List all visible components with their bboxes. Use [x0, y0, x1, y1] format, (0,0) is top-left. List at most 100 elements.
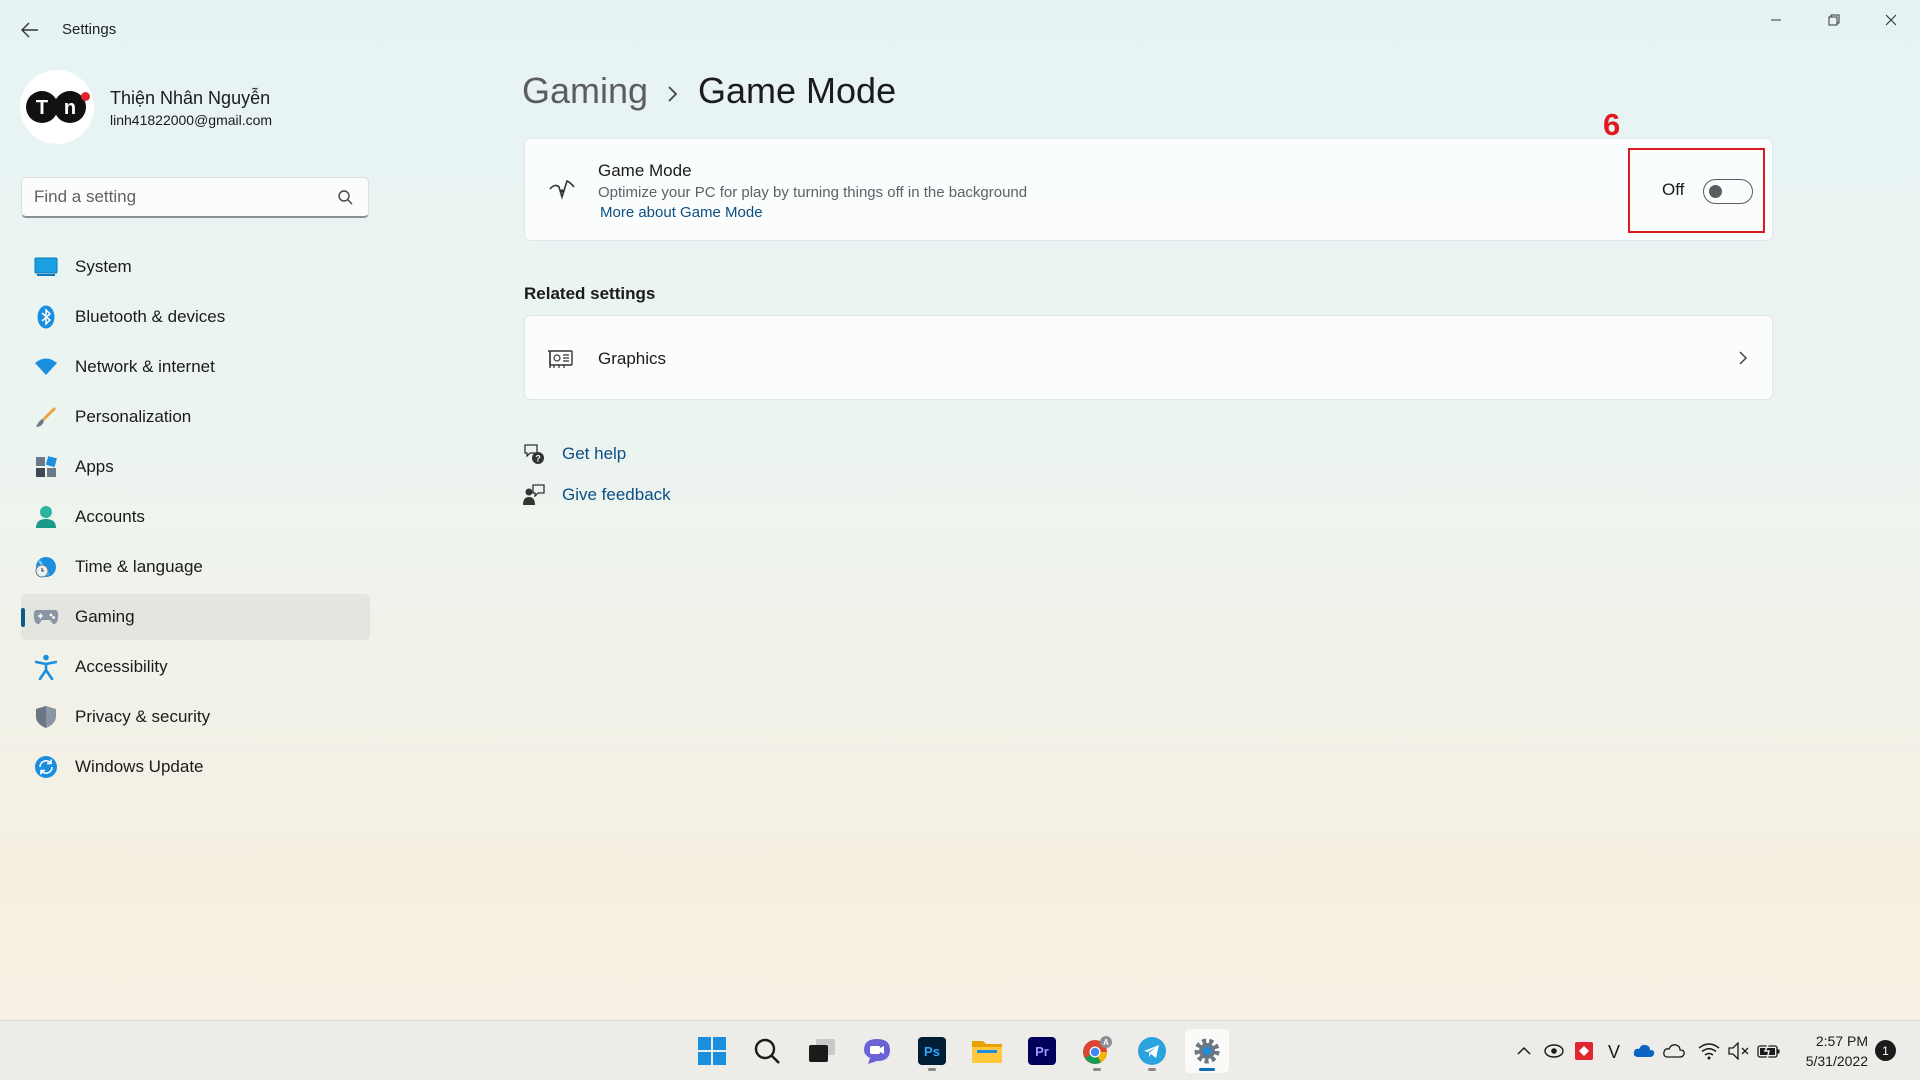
title-bar: Settings — [0, 0, 1920, 60]
system-icon — [33, 255, 59, 279]
shield-icon — [33, 705, 59, 729]
avatar-status-dot — [81, 92, 90, 101]
accounts-icon — [33, 505, 59, 529]
close-button[interactable] — [1862, 0, 1920, 40]
sidebar-item-label: Network & internet — [75, 357, 215, 376]
get-help-link[interactable]: ? Get help — [522, 442, 626, 466]
start-button[interactable] — [690, 1029, 734, 1073]
sidebar-item-time-language[interactable]: Time & language — [21, 544, 370, 590]
sidebar-nav: System Bluetooth & devices Network & int… — [21, 244, 370, 794]
tray-app-3[interactable]: V — [1602, 1039, 1626, 1063]
photoshop-button[interactable]: Ps — [910, 1029, 954, 1073]
settings-taskbar-button[interactable] — [1185, 1029, 1229, 1073]
search-icon — [754, 1038, 780, 1064]
task-view-icon — [809, 1039, 835, 1062]
onedrive-personal-button[interactable] — [1662, 1039, 1686, 1063]
game-mode-icon — [549, 179, 575, 200]
chevron-right-icon — [668, 86, 678, 102]
volume-status[interactable] — [1727, 1039, 1751, 1063]
breadcrumb-parent[interactable]: Gaming — [522, 70, 648, 112]
minimize-button[interactable] — [1747, 0, 1805, 40]
sidebar-item-apps[interactable]: Apps — [21, 444, 370, 490]
minimize-icon — [1771, 19, 1781, 21]
sidebar-item-label: Windows Update — [75, 757, 204, 776]
restore-icon — [1828, 14, 1840, 26]
more-about-game-mode-link[interactable]: More about Game Mode — [600, 204, 763, 221]
photoshop-icon: Ps — [918, 1037, 946, 1065]
v-app-icon: V — [1608, 1042, 1620, 1061]
tray-app-2[interactable] — [1572, 1039, 1596, 1063]
wifi-icon — [33, 355, 59, 379]
telegram-button[interactable] — [1130, 1029, 1174, 1073]
sidebar-item-privacy-security[interactable]: Privacy & security — [21, 694, 370, 740]
avatar[interactable]: T n — [20, 70, 94, 144]
tray-overflow-button[interactable] — [1512, 1039, 1536, 1063]
search-icon[interactable] — [337, 189, 354, 206]
premiere-button[interactable]: Pr — [1020, 1029, 1064, 1073]
onedrive-button[interactable] — [1632, 1039, 1656, 1063]
game-mode-card: Game Mode Optimize your PC for play by t… — [524, 138, 1773, 241]
wifi-icon — [1698, 1043, 1720, 1060]
avatar-initial-n: n — [64, 97, 76, 119]
sidebar-item-personalization[interactable]: Personalization — [21, 394, 370, 440]
sidebar-item-system[interactable]: System — [21, 244, 370, 290]
chevron-right-icon — [1739, 351, 1748, 365]
eye-app-icon — [1544, 1044, 1564, 1058]
chrome-button[interactable]: A — [1075, 1029, 1119, 1073]
help-icon: ? — [524, 444, 544, 464]
search-box[interactable] — [21, 177, 369, 218]
running-indicator — [1199, 1068, 1215, 1071]
sidebar-item-label: Accessibility — [75, 657, 168, 676]
wifi-status[interactable] — [1697, 1039, 1721, 1063]
cloud-icon — [1663, 1044, 1685, 1058]
tray-v-label: V — [1608, 1042, 1620, 1061]
taskbar-clock[interactable]: 2:57 PM 5/31/2022 — [1794, 1031, 1868, 1071]
back-button[interactable] — [18, 18, 42, 42]
give-feedback-link[interactable]: Give feedback — [522, 483, 671, 507]
annotation-step-number: 6 — [1603, 107, 1621, 142]
taskbar: Ps Pr A V 2:57 PM 5/31/2022 1 — [0, 1020, 1920, 1080]
tray-app-1[interactable] — [1542, 1039, 1566, 1063]
sidebar-item-label: Privacy & security — [75, 707, 211, 726]
volume-muted-icon — [1728, 1042, 1749, 1060]
chrome-icon: A — [1083, 1036, 1112, 1064]
battery-status[interactable] — [1757, 1039, 1781, 1063]
sidebar-item-bluetooth[interactable]: Bluetooth & devices — [21, 294, 370, 340]
windows-logo-icon — [698, 1037, 726, 1065]
clock-time: 2:57 PM — [1815, 1033, 1868, 1049]
notification-badge[interactable]: 1 — [1875, 1040, 1896, 1061]
accessibility-icon — [33, 654, 59, 680]
clock-date: 5/31/2022 — [1805, 1053, 1868, 1069]
page-title: Game Mode — [698, 70, 897, 111]
telegram-icon — [1138, 1037, 1166, 1065]
restore-button[interactable] — [1805, 0, 1863, 40]
update-icon — [33, 755, 59, 779]
search-input[interactable] — [34, 178, 324, 216]
running-indicator — [928, 1068, 936, 1071]
sidebar-item-network[interactable]: Network & internet — [21, 344, 370, 390]
sidebar-item-accessibility[interactable]: Accessibility — [21, 644, 370, 690]
taskbar-search-button[interactable] — [745, 1029, 789, 1073]
apps-icon — [33, 455, 59, 479]
photoshop-label: Ps — [924, 1044, 940, 1059]
running-indicator — [1093, 1068, 1101, 1071]
sidebar-item-accounts[interactable]: Accounts — [21, 494, 370, 540]
battery-charging-icon — [1757, 1042, 1780, 1060]
sidebar-item-gaming[interactable]: Gaming — [21, 594, 370, 640]
annotation-highlight-box — [1628, 148, 1765, 233]
sidebar-item-label: Gaming — [75, 607, 135, 626]
brush-icon — [33, 405, 59, 429]
task-view-button[interactable] — [800, 1029, 844, 1073]
running-indicator — [1148, 1068, 1156, 1071]
sidebar-item-windows-update[interactable]: Windows Update — [21, 744, 370, 790]
avatar-initial-t: T — [36, 97, 48, 119]
help-question-mark: ? — [535, 454, 541, 464]
file-explorer-button[interactable] — [965, 1029, 1009, 1073]
graphics-card[interactable]: Graphics — [524, 315, 1773, 400]
related-settings-heading: Related settings — [524, 284, 656, 303]
arrow-left-icon — [21, 22, 38, 38]
chat-button[interactable] — [855, 1029, 899, 1073]
gear-icon — [1194, 1038, 1220, 1064]
sidebar-item-label: Apps — [75, 457, 114, 476]
chat-icon — [864, 1039, 890, 1064]
